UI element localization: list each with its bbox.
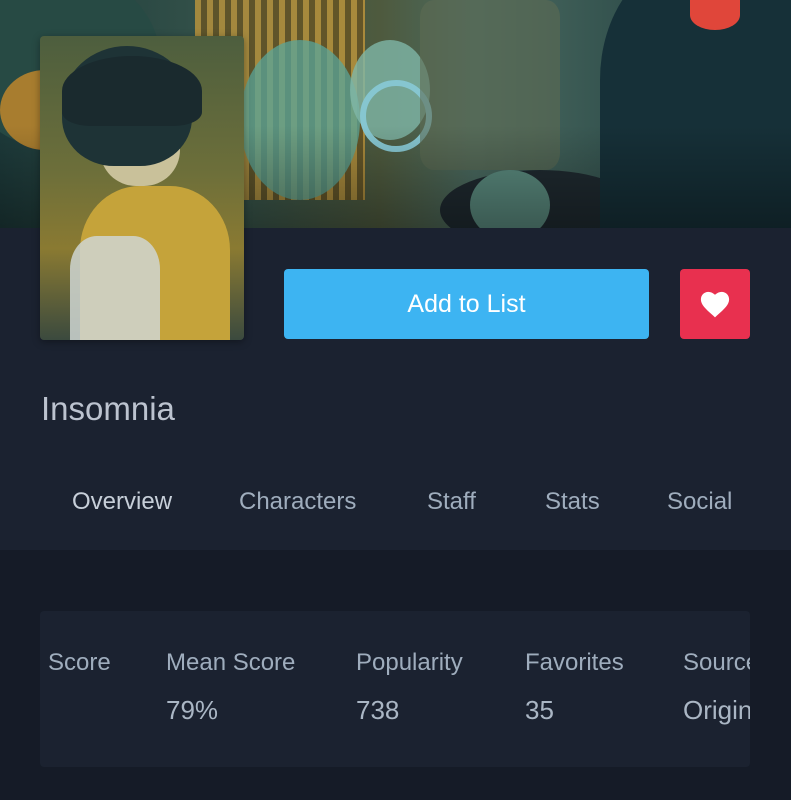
stat-mean-score: Mean Score 79% [166,649,295,726]
stats-card: Score Mean Score 79% Popularity 738 Favo… [40,611,750,767]
media-title: Insomnia [41,390,175,427]
stat-source: Source Original [683,649,750,726]
tab-characters[interactable]: Characters [239,488,356,516]
stat-value: 79% [166,695,219,725]
tab-overview[interactable]: Overview [72,488,172,516]
stat-label: Score [48,649,111,676]
stat-score: Score [48,649,111,695]
stat-label: Popularity [356,649,463,676]
add-to-list-button[interactable]: Add to List [284,269,649,339]
stat-value: 35 [525,695,554,725]
stat-label: Source [683,649,750,676]
tab-staff[interactable]: Staff [427,488,476,516]
stat-label: Favorites [525,649,624,676]
stat-favorites: Favorites 35 [525,649,624,726]
tab-stats[interactable]: Stats [545,488,600,516]
cover-image [40,36,244,340]
stat-label: Mean Score [166,649,296,676]
favorite-button[interactable] [680,269,750,339]
tab-social[interactable]: Social [667,488,732,516]
stat-popularity: Popularity 738 [356,649,463,726]
heart-icon [700,291,730,317]
stat-value: 738 [356,695,400,725]
stat-value: Original [683,695,750,725]
